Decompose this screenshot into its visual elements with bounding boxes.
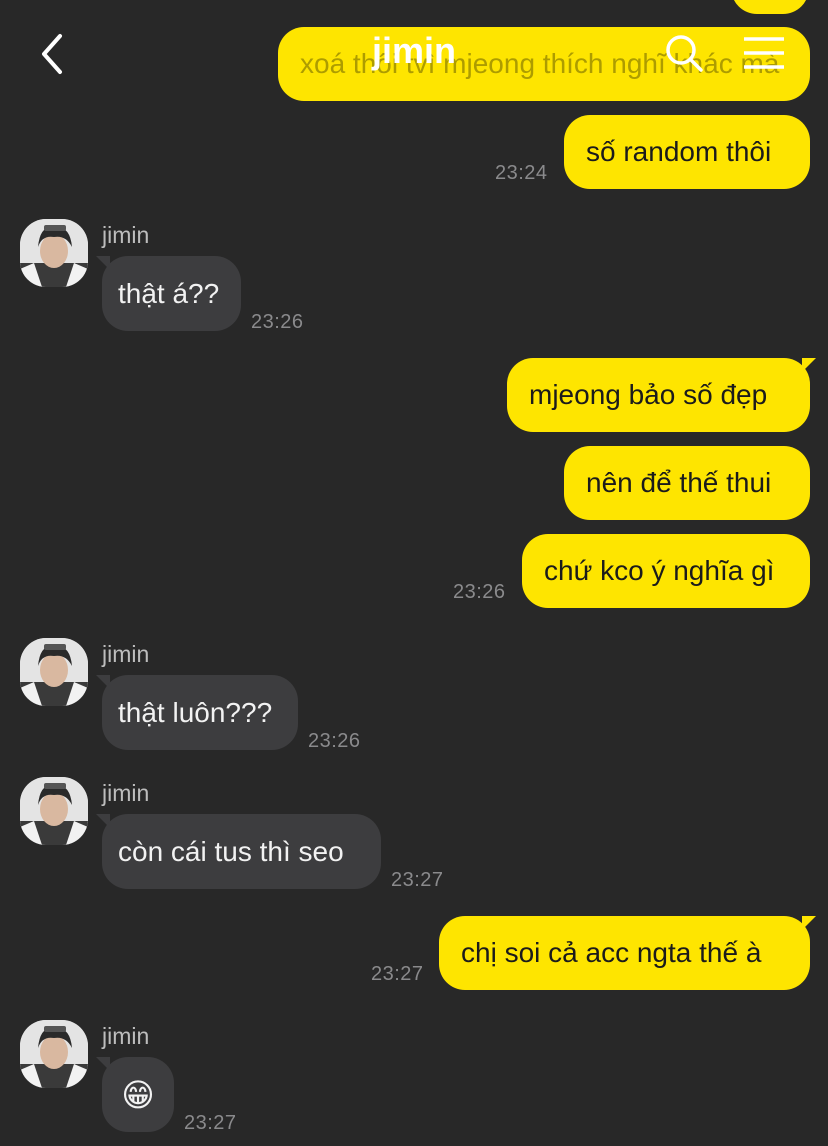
message-bubble-outgoing[interactable]: nên để thế thui — [564, 446, 810, 520]
menu-icon — [744, 37, 784, 69]
user-photo-icon — [20, 777, 88, 845]
user-photo-icon — [20, 1020, 88, 1088]
sender-name: jimin — [102, 222, 150, 248]
message-text: chứ kco ý nghĩa gì — [544, 555, 775, 586]
avatar[interactable] — [20, 1020, 88, 1088]
message-timestamp: 23:27 — [391, 869, 444, 891]
back-button[interactable] — [34, 32, 74, 76]
message-text: số random thôi — [586, 136, 772, 167]
search-icon — [666, 35, 703, 72]
message-timestamp: 23:24 — [495, 162, 548, 184]
avatar[interactable] — [20, 219, 88, 287]
message-bubble-outgoing[interactable]: mjeong bảo số đẹp — [507, 358, 810, 432]
search-button[interactable] — [664, 33, 704, 73]
message-bubble-incoming[interactable]: còn cái tus thì seo — [102, 814, 381, 889]
menu-button[interactable] — [743, 36, 785, 70]
message-timestamp: 23:26 — [308, 730, 361, 752]
chevron-left-icon — [42, 34, 62, 74]
message-text: nên để thế thui — [586, 467, 772, 498]
message-timestamp: 23:26 — [251, 311, 304, 333]
avatar[interactable] — [20, 638, 88, 706]
message-text: thật luôn??? — [118, 696, 273, 728]
message-bubble-outgoing[interactable] — [731, 0, 809, 14]
message-timestamp: 23:26 — [453, 581, 506, 603]
chat-screen: xoá thôi tvì mjeong thích nghĩ khác mà j… — [0, 0, 828, 1146]
message-text: chị soi cả acc ngta thế à — [461, 937, 762, 968]
message-text: mjeong bảo số đẹp — [529, 379, 768, 410]
avatar[interactable] — [20, 777, 88, 845]
message-text: thật á?? — [118, 277, 220, 309]
message-bubble-outgoing[interactable]: chứ kco ý nghĩa gì — [522, 534, 810, 608]
sender-name: jimin — [102, 1023, 150, 1049]
emoji-grin-icon: 😁 — [121, 1076, 155, 1113]
message-timestamp: 23:27 — [371, 963, 424, 985]
message-bubble-incoming[interactable]: thật luôn??? — [102, 675, 298, 750]
message-bubble-outgoing[interactable]: số random thôi — [564, 115, 810, 189]
message-text: còn cái tus thì seo — [118, 835, 344, 867]
sender-name: jimin — [102, 780, 150, 806]
message-bubble-incoming[interactable]: 😁 — [102, 1057, 174, 1132]
user-photo-icon — [20, 219, 88, 287]
user-photo-icon — [20, 638, 88, 706]
message-bubble-outgoing[interactable]: chị soi cả acc ngta thế à — [439, 916, 810, 990]
message-timestamp: 23:27 — [184, 1112, 237, 1134]
sender-name: jimin — [102, 641, 150, 667]
message-bubble-incoming[interactable]: thật á?? — [102, 256, 241, 331]
